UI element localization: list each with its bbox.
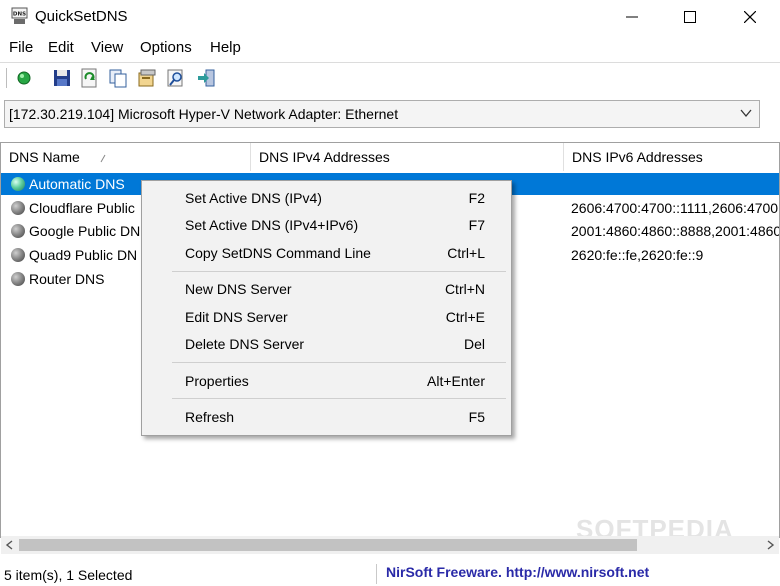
context-menu: Set Active DNS (IPv4) F2 Set Active DNS … xyxy=(141,180,512,436)
dns-server-icon xyxy=(11,224,25,238)
window-title: QuickSetDNS xyxy=(35,8,128,25)
menu-item-set-active-ipv4[interactable]: Set Active DNS (IPv4) F2 xyxy=(142,185,511,211)
network-adapter-select[interactable]: [172.30.219.104] Microsoft Hyper-V Netwo… xyxy=(4,100,760,128)
scroll-right-icon[interactable] xyxy=(766,540,775,550)
maximize-icon xyxy=(684,11,696,23)
menu-item-copy-command-line[interactable]: Copy SetDNS Command Line Ctrl+L xyxy=(142,240,511,266)
menu-separator xyxy=(172,271,506,272)
scroll-left-icon[interactable] xyxy=(5,540,14,550)
menu-separator xyxy=(172,362,506,363)
copy-icon[interactable] xyxy=(108,68,128,88)
scrollbar-thumb[interactable] xyxy=(19,539,637,551)
toolbar-separator xyxy=(6,68,7,88)
menu-help[interactable]: Help xyxy=(210,39,241,56)
column-header-ipv6[interactable]: DNS IPv6 Addresses xyxy=(564,143,779,171)
dns-name-cell: Quad9 Public DN xyxy=(29,247,138,263)
maximize-button[interactable] xyxy=(664,0,716,34)
minimize-icon xyxy=(626,16,638,18)
set-active-dns-icon[interactable] xyxy=(14,68,34,88)
sort-indicator-icon xyxy=(100,154,106,163)
menu-file[interactable]: File xyxy=(9,39,33,56)
close-icon xyxy=(744,11,756,23)
refresh-icon[interactable] xyxy=(80,68,100,88)
dns-server-icon xyxy=(11,201,25,215)
menu-bar: File Edit View Options Help xyxy=(0,36,780,60)
dns-server-icon xyxy=(11,248,25,262)
exit-icon[interactable] xyxy=(196,68,216,88)
status-bar: 5 item(s), 1 Selected NirSoft Freeware. … xyxy=(0,562,780,586)
menu-view[interactable]: View xyxy=(91,39,123,56)
title-bar: DNS QuickSetDNS xyxy=(0,0,780,34)
menu-item-new-dns-server[interactable]: New DNS Server Ctrl+N xyxy=(142,276,511,302)
app-icon: DNS xyxy=(11,7,28,24)
column-header-ipv4[interactable]: DNS IPv4 Addresses xyxy=(251,143,564,171)
ipv6-cell: 2001:4860:4860::8888,2001:4860: xyxy=(571,223,780,239)
status-item-count: 5 item(s), 1 Selected xyxy=(4,567,133,583)
svg-text:DNS: DNS xyxy=(13,12,26,18)
dns-name-cell: Router DNS xyxy=(29,271,105,287)
menu-item-delete-dns-server[interactable]: Delete DNS Server Del xyxy=(142,331,511,357)
dns-name-cell: Google Public DN xyxy=(29,223,141,239)
dns-active-icon xyxy=(11,177,25,191)
toolbar xyxy=(0,62,780,93)
close-button[interactable] xyxy=(724,0,776,34)
menu-edit[interactable]: Edit xyxy=(48,39,74,56)
adapter-selected-value: [172.30.219.104] Microsoft Hyper-V Netwo… xyxy=(9,106,399,122)
menu-item-refresh[interactable]: Refresh F5 xyxy=(142,404,511,430)
dns-name-cell: Cloudflare Public xyxy=(29,200,135,216)
nirsoft-link[interactable]: NirSoft Freeware. http://www.nirsoft.net xyxy=(386,564,649,580)
menu-item-set-active-ipv4-ipv6[interactable]: Set Active DNS (IPv4+IPv6) F7 xyxy=(142,212,511,238)
properties-icon[interactable] xyxy=(137,68,157,88)
chevron-down-icon xyxy=(740,109,752,118)
menu-item-properties[interactable]: Properties Alt+Enter xyxy=(142,368,511,394)
column-header-dns-name[interactable]: DNS Name xyxy=(1,143,251,171)
dns-name-cell: Automatic DNS xyxy=(29,176,125,192)
menu-item-edit-dns-server[interactable]: Edit DNS Server Ctrl+E xyxy=(142,304,511,330)
ipv6-cell: 2606:4700:4700::1111,2606:4700: xyxy=(571,200,780,216)
menu-options[interactable]: Options xyxy=(140,39,192,56)
horizontal-scrollbar[interactable] xyxy=(1,536,779,554)
dns-server-icon xyxy=(11,272,25,286)
save-icon[interactable] xyxy=(52,68,72,88)
status-divider xyxy=(376,564,377,584)
ipv6-cell: 2620:fe::fe,2620:fe::9 xyxy=(571,247,704,263)
menu-separator xyxy=(172,398,506,399)
find-icon[interactable] xyxy=(166,68,186,88)
minimize-button[interactable] xyxy=(606,0,658,34)
